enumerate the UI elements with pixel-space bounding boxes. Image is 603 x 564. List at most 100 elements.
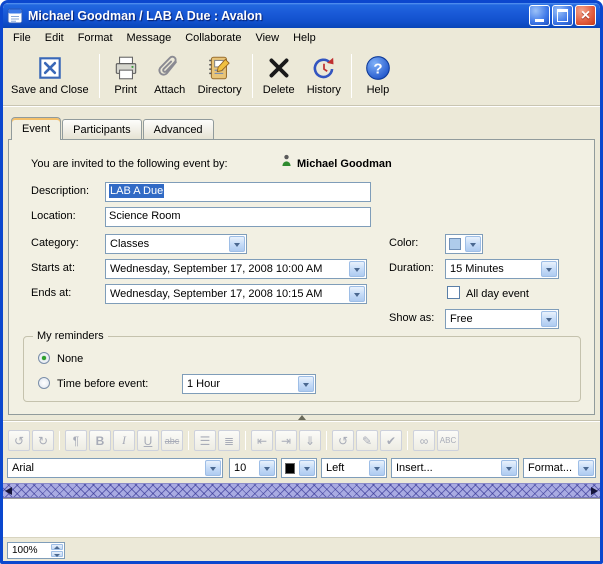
- zoom-down-button[interactable]: [51, 551, 63, 557]
- zoom-control[interactable]: 100%: [7, 542, 65, 559]
- print-button[interactable]: Print: [104, 50, 148, 102]
- color-swatch: [449, 238, 461, 250]
- location-input[interactable]: Science Room: [105, 207, 371, 227]
- starts-at-label: Starts at:: [31, 262, 75, 274]
- font-size-dropdown[interactable]: 10: [229, 458, 277, 478]
- reminder-time-value: 1 Hour: [183, 378, 297, 390]
- underline-button[interactable]: U: [137, 430, 159, 451]
- spell-check-button[interactable]: ABC: [437, 430, 459, 451]
- insert-dropdown[interactable]: Insert...: [391, 458, 519, 478]
- history-button[interactable]: History: [301, 50, 347, 102]
- category-dropdown[interactable]: Classes: [105, 234, 247, 254]
- ruler-left-marker-icon[interactable]: [5, 487, 12, 495]
- chevron-down-icon: [259, 460, 275, 476]
- attach-button[interactable]: Attach: [148, 50, 192, 102]
- ruler-right-marker-icon[interactable]: [591, 487, 598, 495]
- delete-label: Delete: [263, 84, 295, 96]
- format-dropdown[interactable]: Format...: [523, 458, 596, 478]
- color-label: Color:: [389, 237, 418, 249]
- menu-help[interactable]: Help: [286, 30, 323, 46]
- font-toolbar: Arial 10 Left Insert... Format...: [3, 456, 600, 480]
- strikethrough-button[interactable]: abc: [161, 430, 183, 451]
- chevron-down-icon: [369, 460, 385, 476]
- toolbar-separator: [326, 431, 327, 450]
- history-icon: [309, 53, 339, 83]
- reminder-time-label[interactable]: Time before event:: [57, 378, 148, 390]
- chevron-down-icon: [578, 460, 594, 476]
- starts-at-dropdown[interactable]: Wednesday, September 17, 2008 10:00 AM: [105, 259, 367, 279]
- help-button[interactable]: ? Help: [356, 50, 400, 102]
- description-input[interactable]: LAB A Due: [105, 182, 371, 202]
- statusbar: 100%: [3, 537, 600, 561]
- numbered-list-button[interactable]: ≣: [218, 430, 240, 451]
- tab-advanced[interactable]: Advanced: [143, 119, 214, 139]
- outdent-button[interactable]: ⇤: [251, 430, 273, 451]
- ends-at-label: Ends at:: [31, 287, 71, 299]
- delete-button[interactable]: Delete: [257, 50, 301, 102]
- show-as-dropdown[interactable]: Free: [445, 309, 559, 329]
- ruler[interactable]: [3, 483, 600, 498]
- ends-at-dropdown[interactable]: Wednesday, September 17, 2008 10:15 AM: [105, 284, 367, 304]
- italic-button[interactable]: I: [113, 430, 135, 451]
- chevron-down-icon: [349, 261, 365, 277]
- maximize-button[interactable]: [552, 5, 573, 26]
- show-as-label: Show as:: [389, 312, 434, 324]
- redo-button[interactable]: ↻: [32, 430, 54, 451]
- pilcrow-button[interactable]: ¶: [65, 430, 87, 451]
- reminder-none-label[interactable]: None: [57, 353, 83, 365]
- tab-participants[interactable]: Participants: [62, 119, 141, 139]
- reminder-time-dropdown[interactable]: 1 Hour: [182, 374, 316, 394]
- window-title: Michael Goodman / LAB A Due : Avalon: [28, 9, 529, 23]
- event-window: Michael Goodman / LAB A Due : Avalon Fil…: [0, 0, 603, 564]
- print-label: Print: [114, 84, 137, 96]
- undo-button[interactable]: ↺: [8, 430, 30, 451]
- titlebar[interactable]: Michael Goodman / LAB A Due : Avalon: [3, 3, 600, 28]
- font-family-dropdown[interactable]: Arial: [7, 458, 223, 478]
- all-day-event-label[interactable]: All day event: [466, 288, 529, 300]
- reminder-none-radio[interactable]: [38, 352, 50, 364]
- alignment-dropdown[interactable]: Left: [321, 458, 387, 478]
- tab-event[interactable]: Event: [11, 117, 61, 140]
- indent-button[interactable]: ⇥: [275, 430, 297, 451]
- description-label: Description:: [31, 185, 89, 197]
- revert-button[interactable]: ↺: [332, 430, 354, 451]
- all-day-event-checkbox[interactable]: [447, 286, 460, 299]
- bold-button[interactable]: B: [89, 430, 111, 451]
- message-body[interactable]: [3, 498, 600, 537]
- directory-button[interactable]: Directory: [192, 50, 248, 102]
- edit-button[interactable]: ✎: [356, 430, 378, 451]
- close-button[interactable]: [575, 5, 596, 26]
- accept-button[interactable]: ✔: [380, 430, 402, 451]
- move-down-button[interactable]: ⇓: [299, 430, 321, 451]
- toolbar-separator: [59, 431, 60, 450]
- attach-label: Attach: [154, 84, 185, 96]
- menu-format[interactable]: Format: [71, 30, 120, 46]
- menu-message[interactable]: Message: [120, 30, 179, 46]
- menu-edit[interactable]: Edit: [38, 30, 71, 46]
- location-value: Science Room: [109, 210, 181, 222]
- font-color-swatch: [285, 463, 295, 474]
- minimize-button[interactable]: [529, 5, 550, 26]
- app-icon: [7, 8, 23, 24]
- ends-at-value: Wednesday, September 17, 2008 10:15 AM: [106, 288, 348, 300]
- menu-file[interactable]: File: [6, 30, 38, 46]
- find-button[interactable]: ∞: [413, 430, 435, 451]
- event-tab-panel: You are invited to the following event b…: [8, 139, 595, 415]
- alignment-value: Left: [322, 462, 368, 474]
- font-color-dropdown[interactable]: [281, 458, 317, 478]
- menu-collaborate[interactable]: Collaborate: [178, 30, 248, 46]
- svg-text:?: ?: [373, 60, 382, 77]
- my-reminders-group: My reminders None Time before event: 1 H…: [23, 336, 581, 402]
- chevron-down-icon: [299, 460, 315, 476]
- panel-splitter[interactable]: [3, 415, 600, 426]
- chevron-down-icon: [501, 460, 517, 476]
- color-dropdown[interactable]: [445, 234, 483, 254]
- duration-dropdown[interactable]: 15 Minutes: [445, 259, 559, 279]
- bullet-list-button[interactable]: ☰: [194, 430, 216, 451]
- menu-view[interactable]: View: [248, 30, 286, 46]
- toolbar-separator: [252, 54, 253, 98]
- help-icon: ?: [363, 53, 393, 83]
- reminder-time-radio[interactable]: [38, 377, 50, 389]
- zoom-up-button[interactable]: [51, 544, 63, 550]
- save-and-close-button[interactable]: Save and Close: [5, 50, 95, 102]
